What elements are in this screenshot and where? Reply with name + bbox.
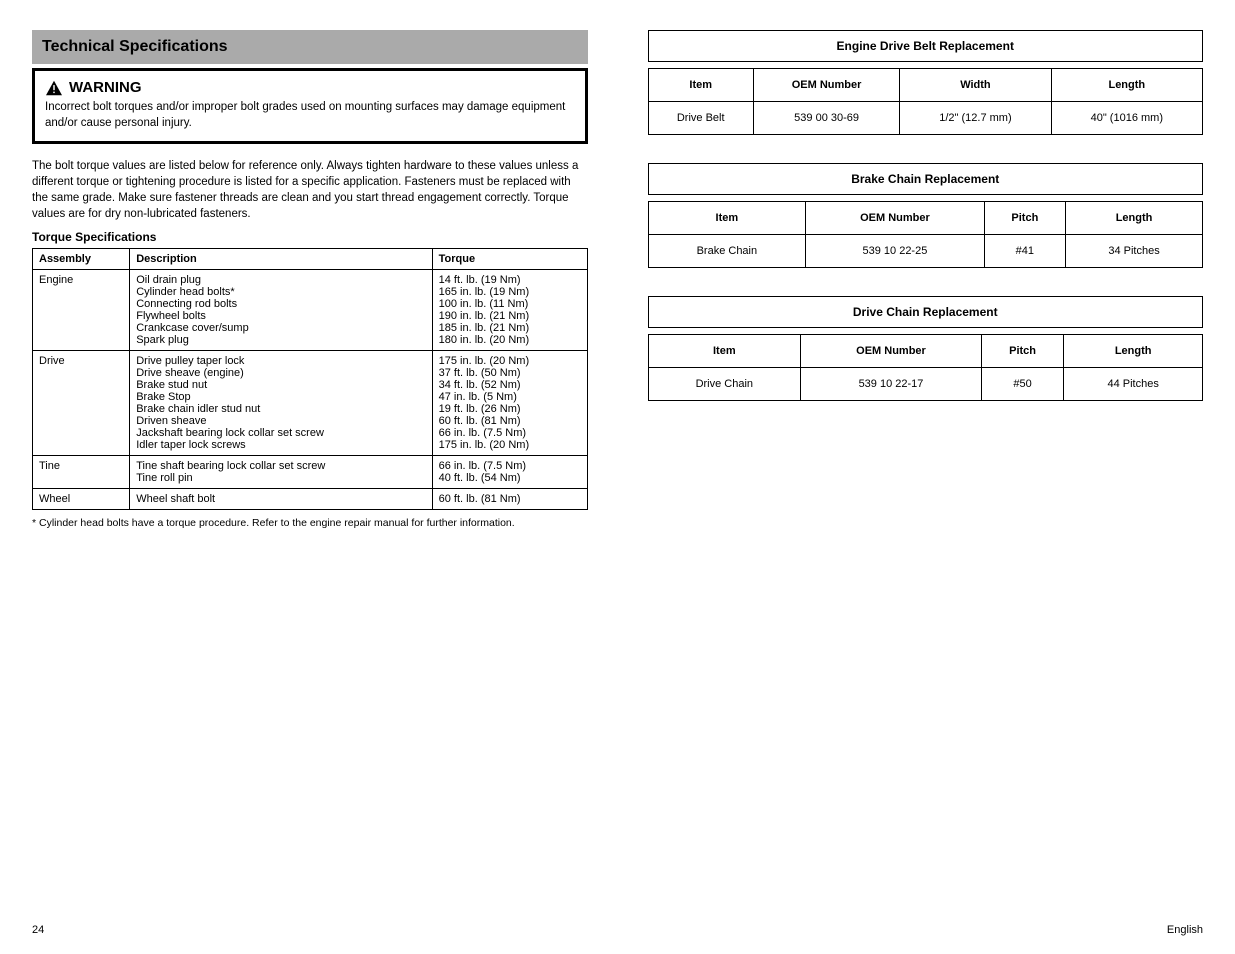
torque-header-torque: Torque bbox=[432, 249, 587, 270]
replacement-title-0: Engine Drive Belt Replacement bbox=[648, 30, 1204, 62]
section-title: Technical Specifications bbox=[32, 30, 588, 64]
torque-table: Assembly Description Torque Engine Oil d… bbox=[32, 248, 588, 510]
warning-label: WARNING bbox=[69, 79, 142, 96]
torque-header-assembly: Assembly bbox=[33, 249, 130, 270]
warning-triangle-icon bbox=[45, 80, 63, 96]
replacement-table-1: Item OEM Number Pitch Length Brake Chain… bbox=[648, 201, 1204, 268]
table-row: Drive Belt 539 00 30-69 1/2" (12.7 mm) 4… bbox=[648, 102, 1203, 135]
replacement-table-0: Item OEM Number Width Length Drive Belt … bbox=[648, 68, 1204, 135]
page-language: English bbox=[1167, 924, 1203, 936]
torque-header-description: Description bbox=[130, 249, 432, 270]
replacement-table-2: Item OEM Number Pitch Length Drive Chain… bbox=[648, 334, 1204, 401]
warning-text: Incorrect bolt torques and/or improper b… bbox=[45, 100, 575, 131]
table-row: Drive Drive pulley taper lock Drive shea… bbox=[33, 351, 588, 456]
page-number: 24 bbox=[32, 924, 44, 936]
warning-box: WARNING Incorrect bolt torques and/or im… bbox=[32, 68, 588, 144]
intro-paragraph: The bolt torque values are listed below … bbox=[32, 158, 588, 222]
table-row: Tine Tine shaft bearing lock collar set … bbox=[33, 456, 588, 489]
torque-footnote: * Cylinder head bolts have a torque proc… bbox=[32, 516, 588, 530]
replacement-title-1: Brake Chain Replacement bbox=[648, 163, 1204, 195]
table-row: Brake Chain 539 10 22-25 #41 34 Pitches bbox=[648, 235, 1203, 268]
torque-table-title: Torque Specifications bbox=[32, 230, 588, 244]
page-footer: 24 English bbox=[32, 924, 1203, 936]
table-row: Engine Oil drain plug Cylinder head bolt… bbox=[33, 270, 588, 351]
table-row: Wheel Wheel shaft bolt 60 ft. lb. (81 Nm… bbox=[33, 489, 588, 510]
table-row: Drive Chain 539 10 22-17 #50 44 Pitches bbox=[648, 368, 1203, 401]
replacement-title-2: Drive Chain Replacement bbox=[648, 296, 1204, 328]
